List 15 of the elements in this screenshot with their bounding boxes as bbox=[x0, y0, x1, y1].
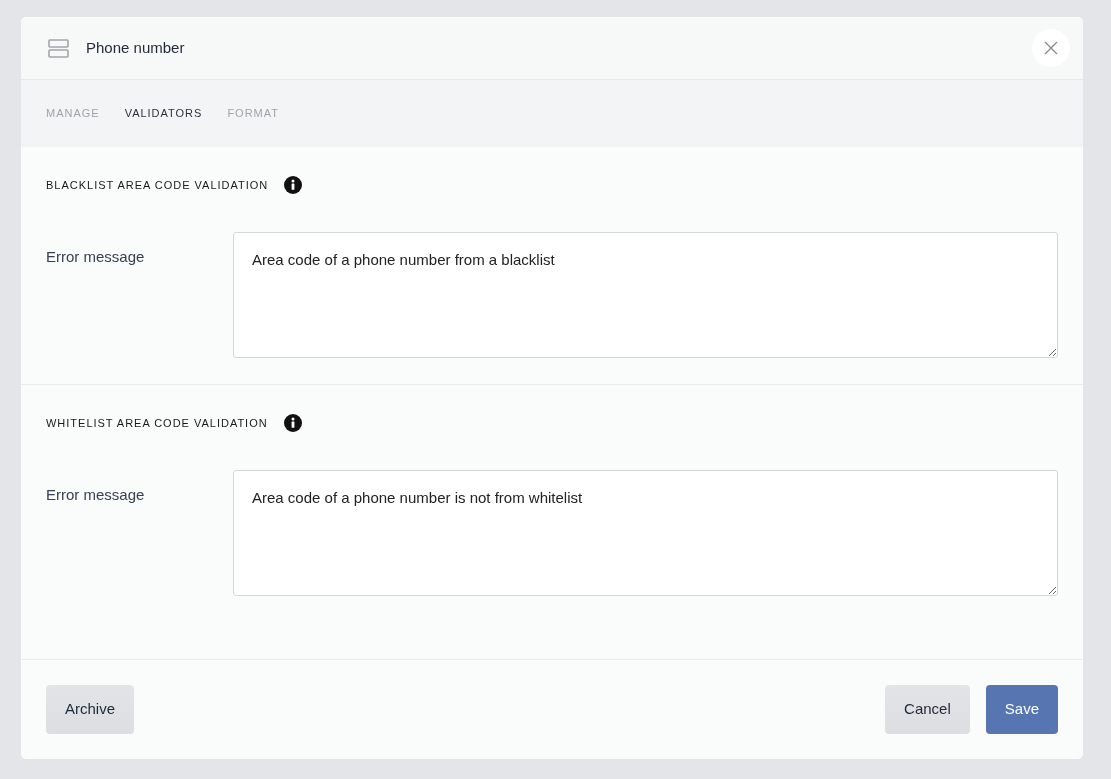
rows-icon bbox=[48, 38, 69, 58]
tab[interactable]: VALIDATORS bbox=[124, 105, 203, 122]
section-title: BLACKLIST AREA CODE VALIDATION bbox=[46, 177, 269, 193]
save-button[interactable]: Save bbox=[985, 685, 1058, 734]
close-icon bbox=[1044, 41, 1058, 55]
section-title: WHITELIST AREA CODE VALIDATION bbox=[46, 415, 268, 431]
error-message-field[interactable]: Area code of a phone number is not from whitelist bbox=[233, 470, 1058, 596]
dialog-title: Phone number bbox=[86, 37, 185, 58]
footer-button[interactable]: Cancel bbox=[885, 685, 970, 734]
error-message-field[interactable]: Area code of a phone number from a blacklist bbox=[233, 232, 1058, 358]
info-icon[interactable] bbox=[283, 414, 302, 432]
field-label: Error message bbox=[46, 247, 146, 267]
field-label: Error message bbox=[46, 485, 146, 505]
info-icon[interactable] bbox=[284, 176, 303, 194]
footer-button[interactable]: Archive bbox=[46, 685, 135, 734]
